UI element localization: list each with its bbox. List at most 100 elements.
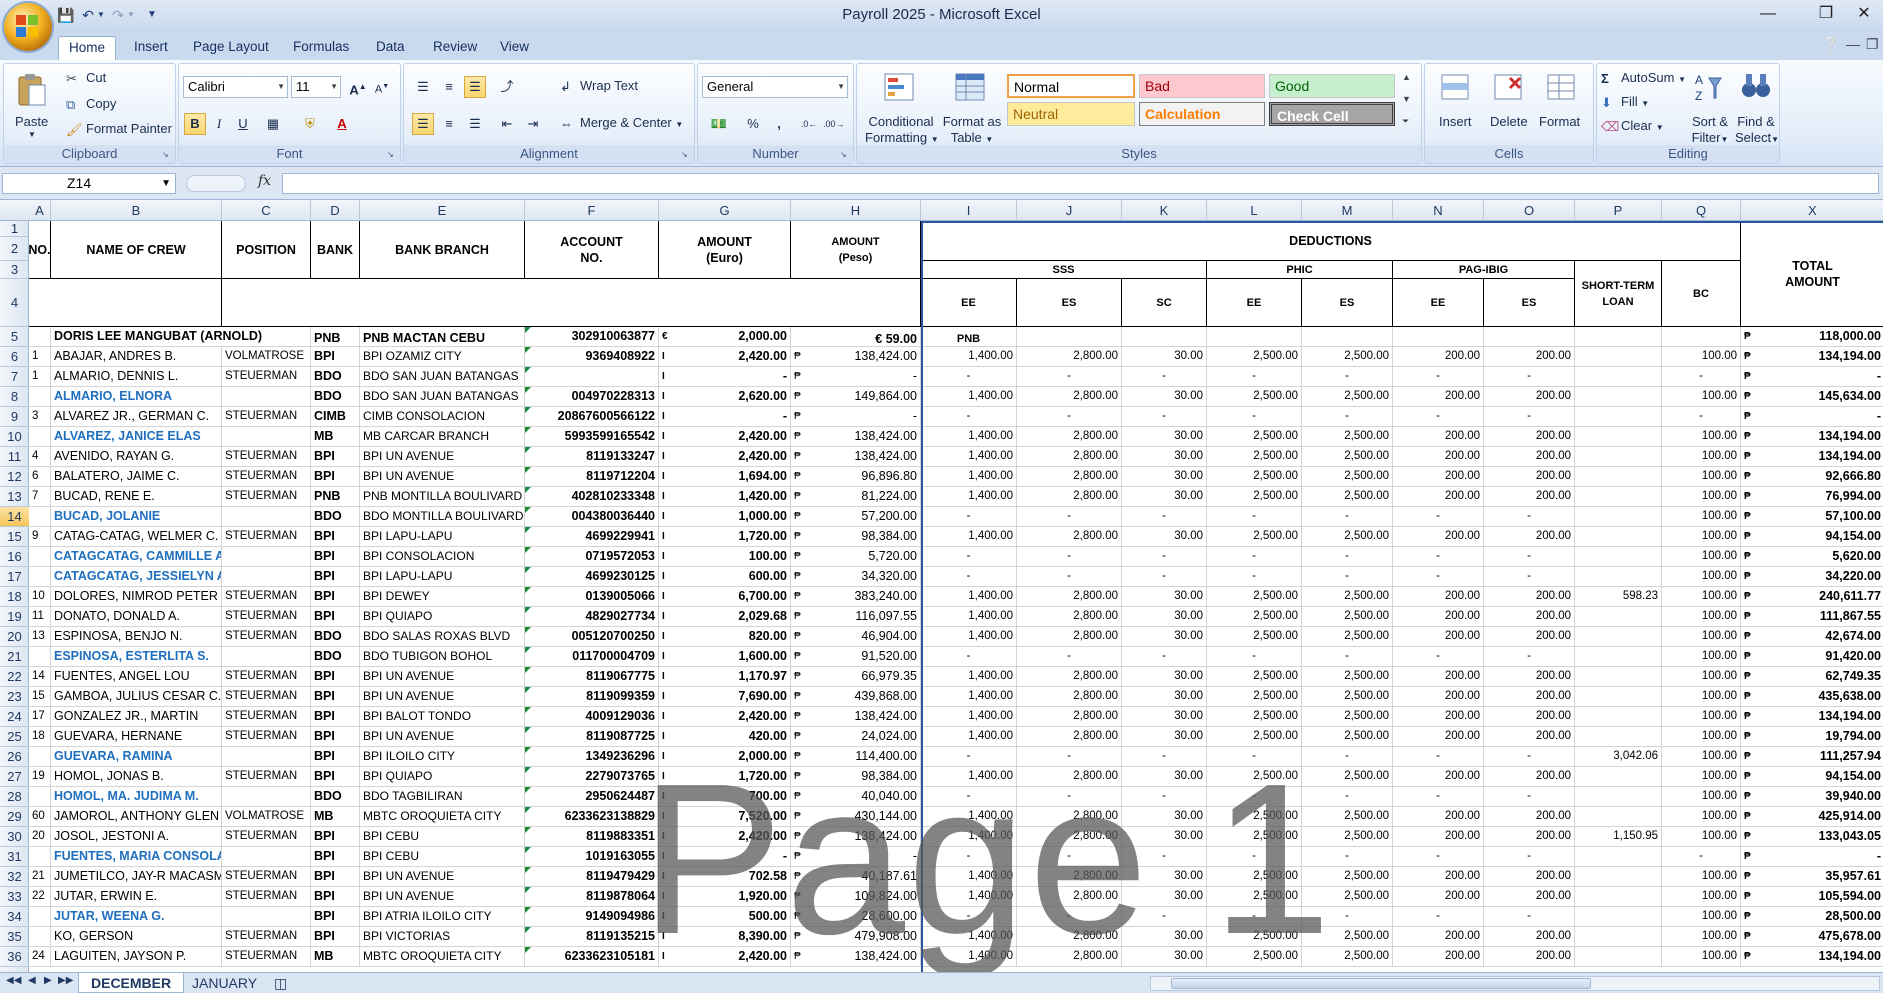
cell-i14[interactable]: - — [921, 507, 1017, 527]
cell-q16[interactable]: 100.00 — [1662, 547, 1741, 567]
formula-input[interactable] — [282, 173, 1879, 194]
cell-m29[interactable]: 2,500.00 — [1302, 807, 1393, 827]
cell-k14[interactable]: - — [1122, 507, 1207, 527]
cell-k17[interactable]: - — [1122, 567, 1207, 587]
cell-p30[interactable]: 1,150.95 — [1575, 827, 1662, 847]
styles-scroll-up-icon[interactable]: ▲ — [1402, 72, 1411, 82]
cell-b28[interactable]: HOMOL, MA. JUDIMA M. — [51, 787, 222, 807]
cell-c24[interactable]: STEUERMAN — [222, 707, 311, 727]
cell-i5[interactable]: PNB — [921, 327, 1017, 347]
cell-b18[interactable]: DOLORES, NIMROD PETER T. — [51, 587, 222, 607]
cell-f11[interactable]: 8119133247 — [525, 447, 659, 467]
cell-l8[interactable]: 2,500.00 — [1207, 387, 1302, 407]
cell-i30[interactable]: 1,400.00 — [921, 827, 1017, 847]
cell-o20[interactable]: 200.00 — [1484, 627, 1575, 647]
cell-a8[interactable] — [29, 387, 51, 407]
cell-d29[interactable]: MB — [311, 807, 360, 827]
cell-b21[interactable]: ESPINOSA, ESTERLITA S. — [51, 647, 222, 667]
cell-b12[interactable]: BALATERO, JAIME C. — [51, 467, 222, 487]
cell-b11[interactable]: AVENIDO, RAYAN G. — [51, 447, 222, 467]
tab-home[interactable]: Home — [58, 36, 117, 60]
cell-d7[interactable]: BDO — [311, 367, 360, 387]
cell-l10[interactable]: 2,500.00 — [1207, 427, 1302, 447]
cell-o16[interactable]: - — [1484, 547, 1575, 567]
row-header-5[interactable]: 5 — [0, 327, 29, 347]
cell-q24[interactable]: 100.00 — [1662, 707, 1741, 727]
cell-m13[interactable]: 2,500.00 — [1302, 487, 1393, 507]
cell-p14[interactable] — [1575, 507, 1662, 527]
cell-l19[interactable]: 2,500.00 — [1207, 607, 1302, 627]
cell-i15[interactable]: 1,400.00 — [921, 527, 1017, 547]
ribbon-minimize-icon[interactable]: — — [1846, 36, 1860, 52]
cell-o26[interactable]: - — [1484, 747, 1575, 767]
cell-k30[interactable]: 30.00 — [1122, 827, 1207, 847]
cell-e14[interactable]: BDO MONTILLA BOULIVARD — [360, 507, 525, 527]
cell-a12[interactable]: 6 — [29, 467, 51, 487]
cell-f19[interactable]: 4829027734 — [525, 607, 659, 627]
cell-m21[interactable]: - — [1302, 647, 1393, 667]
cell-j22[interactable]: 2,800.00 — [1017, 667, 1122, 687]
cell-h7[interactable]: ₱ - — [791, 367, 921, 387]
cell-f23[interactable]: 8119099359 — [525, 687, 659, 707]
cell-m11[interactable]: 2,500.00 — [1302, 447, 1393, 467]
column-header-j[interactable]: J — [1017, 200, 1122, 221]
cell-m34[interactable]: - — [1302, 907, 1393, 927]
cell-g5[interactable]: €2,000.00 — [659, 327, 791, 347]
cell-l26[interactable]: - — [1207, 747, 1302, 767]
cell-q30[interactable]: 100.00 — [1662, 827, 1741, 847]
cell-a33[interactable]: 22 — [29, 887, 51, 907]
cell-k13[interactable]: 30.00 — [1122, 487, 1207, 507]
cell-q28[interactable]: 100.00 — [1662, 787, 1741, 807]
cell-i36[interactable]: 1,400.00 — [921, 947, 1017, 967]
cell-e31[interactable]: BPI CEBU — [360, 847, 525, 867]
cell-a25[interactable]: 18 — [29, 727, 51, 747]
row-header-20[interactable]: 20 — [0, 627, 29, 647]
cell-h23[interactable]: ₱ 439,868.00 — [791, 687, 921, 707]
cell-f28[interactable]: 2950624487 — [525, 787, 659, 807]
cell-o6[interactable]: 200.00 — [1484, 347, 1575, 367]
cell-a11[interactable]: 4 — [29, 447, 51, 467]
cell-p8[interactable] — [1575, 387, 1662, 407]
cell-q31[interactable]: - — [1662, 847, 1741, 867]
cell-g25[interactable]: I 420.00 — [659, 727, 791, 747]
cell-g29[interactable]: I 7,520.00 — [659, 807, 791, 827]
cell-h16[interactable]: ₱ 5,720.00 — [791, 547, 921, 567]
cell-j19[interactable]: 2,800.00 — [1017, 607, 1122, 627]
cell-l5[interactable] — [1207, 327, 1302, 347]
row-header-35[interactable]: 35 — [0, 927, 29, 947]
row-header-11[interactable]: 11 — [0, 447, 29, 467]
row-header-6[interactable]: 6 — [0, 347, 29, 367]
column-header-p[interactable]: P — [1575, 200, 1662, 221]
cell-i27[interactable]: 1,400.00 — [921, 767, 1017, 787]
cell-q11[interactable]: 100.00 — [1662, 447, 1741, 467]
cell-f31[interactable]: 1019163055 — [525, 847, 659, 867]
cell-h26[interactable]: ₱ 114,400.00 — [791, 747, 921, 767]
cell-x27[interactable]: ₱ 94,154.00 — [1741, 767, 1883, 787]
cell-g6[interactable]: I 2,420.00 — [659, 347, 791, 367]
cell-o5[interactable] — [1484, 327, 1575, 347]
cell-a15[interactable]: 9 — [29, 527, 51, 547]
cell-e25[interactable]: BPI UN AVENUE — [360, 727, 525, 747]
cell-o23[interactable]: 200.00 — [1484, 687, 1575, 707]
row-header-21[interactable]: 21 — [0, 647, 29, 667]
cell-l27[interactable]: 2,500.00 — [1207, 767, 1302, 787]
cell-b16[interactable]: CATAGCATAG, CAMMILLE ANNE — [51, 547, 222, 567]
cell-n26[interactable]: - — [1393, 747, 1484, 767]
cell-f9[interactable]: 20867600566122 — [525, 407, 659, 427]
clipboard-launcher-icon[interactable]: ↘ — [162, 150, 172, 160]
cell-d32[interactable]: BPI — [311, 867, 360, 887]
cell-d8[interactable]: BDO — [311, 387, 360, 407]
cell-e7[interactable]: BDO SAN JUAN BATANGAS — [360, 367, 525, 387]
cell-f29[interactable]: 6233623138829 — [525, 807, 659, 827]
cell-d26[interactable]: BPI — [311, 747, 360, 767]
last-sheet-icon[interactable]: ▶▶ — [58, 975, 73, 986]
cell-m6[interactable]: 2,500.00 — [1302, 347, 1393, 367]
cell-d16[interactable]: BPI — [311, 547, 360, 567]
font-size-combo[interactable]: 11 ▼ — [291, 76, 341, 98]
cell-j27[interactable]: 2,800.00 — [1017, 767, 1122, 787]
cell-k21[interactable]: - — [1122, 647, 1207, 667]
cell-j32[interactable]: 2,800.00 — [1017, 867, 1122, 887]
cell-q32[interactable]: 100.00 — [1662, 867, 1741, 887]
cell-f30[interactable]: 8119883351 — [525, 827, 659, 847]
column-header-d[interactable]: D — [311, 200, 360, 221]
